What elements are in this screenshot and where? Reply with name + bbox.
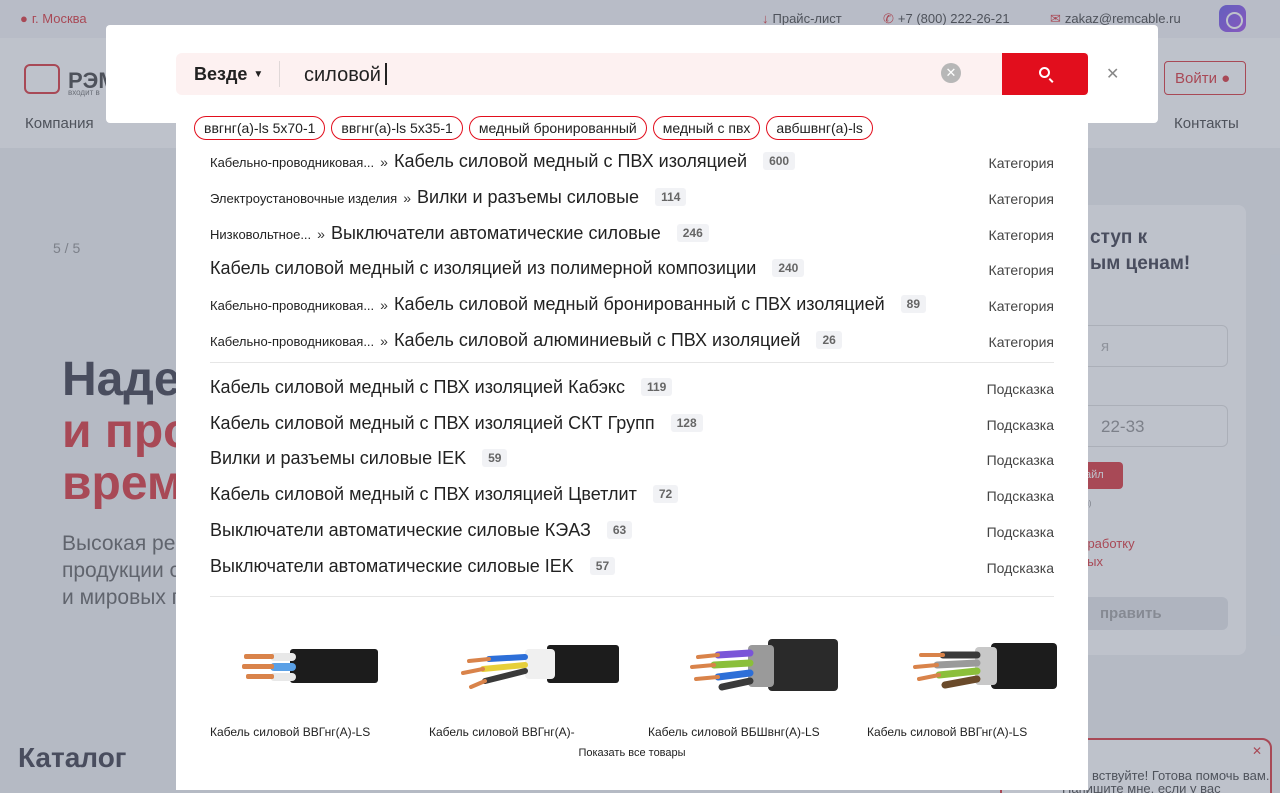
result-count: 119 xyxy=(640,377,673,396)
category-path: Низковольтное... xyxy=(210,226,312,242)
query-chips: ввгнг(а)-ls 5х70-1 ввгнг(а)-ls 5х35-1 ме… xyxy=(194,116,873,140)
text-caret xyxy=(384,63,387,85)
product-name: Кабель силовой ВВГнг(А)-LS xyxy=(210,725,371,739)
category-result[interactable]: Низковольтное... » Выключатели автоматичес… xyxy=(210,219,1054,255)
category-result[interactable]: Электроустановочные изделия » Вилки и разъ… xyxy=(210,183,1054,219)
result-type: Категория xyxy=(988,190,1054,207)
result-type: Подсказка xyxy=(986,559,1054,576)
category-name: Кабель силовой алюминиевый с ПВХ изоляци… xyxy=(393,329,801,350)
search-scope-select[interactable]: Везде ▼ xyxy=(194,64,263,85)
suggestion-chip[interactable]: авбшвнг(а)-ls xyxy=(766,116,873,140)
product-card[interactable]: Кабель силовой ВВГнг(А)-LS xyxy=(210,613,400,743)
suggestion-chip[interactable]: ввгнг(а)-ls 5х70-1 xyxy=(194,116,326,140)
category-result[interactable]: Кабельно-проводниковая... » Кабель силовой… xyxy=(210,147,1054,183)
category-path: Кабельно-проводниковая... xyxy=(210,333,375,349)
result-type: Подсказка xyxy=(986,416,1054,433)
divider xyxy=(210,595,1054,597)
hint-result[interactable]: Кабель силовой медный с ПВХ изоляцией Ка… xyxy=(210,373,1054,409)
suggestion-list: Кабельно-проводниковая... » Кабель силовой… xyxy=(210,147,1054,597)
product-name: Кабель силовой ВВГнг(А)-LS xyxy=(867,725,1028,739)
category-result[interactable]: Кабельно-проводниковая... » Кабель силовой… xyxy=(210,290,1054,326)
category-path: Кабельно-проводниковая... xyxy=(210,155,375,170)
search-bar: Везде ▼ силовой ✕ xyxy=(176,53,1088,95)
category-result[interactable]: Кабельно-проводниковая... » Кабель силовой… xyxy=(210,326,1054,362)
suggestion-chip[interactable]: медный бронированный xyxy=(468,116,647,140)
result-type: Категория xyxy=(988,262,1054,279)
result-type: Категория xyxy=(988,298,1054,315)
result-count: 63 xyxy=(606,520,633,539)
product-list: Кабель силовой ВВГнг(А)-LS Кабель силово… xyxy=(210,613,1057,753)
category-name: Выключатели автоматические силовые xyxy=(330,222,661,243)
category-name: Вилки и разъемы силовые xyxy=(416,186,640,207)
hint-result[interactable]: Выключатели автоматические силовые КЭАЗ 6… xyxy=(210,516,1054,552)
hint-name: Кабель силовой медный с ПВХ изоляцией Цв… xyxy=(210,484,637,505)
category-path: Кабельно-проводниковая... xyxy=(210,298,375,314)
result-count: 240 xyxy=(772,259,805,278)
hint-result[interactable]: Выключатели автоматические силовые IEK 57… xyxy=(210,552,1054,588)
result-type: Подсказка xyxy=(986,523,1054,540)
breadcrumb-arrow-icon: » xyxy=(380,297,388,314)
category-result[interactable]: Кабель силовой медный с изоляцией из пол… xyxy=(210,254,1054,290)
product-name: Кабель силовой ВВГнг(А)- xyxy=(429,725,575,739)
cable-image xyxy=(461,645,619,689)
category-name: Кабель силовой медный с изоляцией из пол… xyxy=(210,258,757,279)
cable-image xyxy=(913,643,1057,689)
product-card[interactable]: Кабель силовой ВБШвнг(А)-LS xyxy=(648,613,838,743)
result-count: 59 xyxy=(482,449,508,468)
result-type: Подсказка xyxy=(986,380,1054,397)
cable-image xyxy=(690,639,838,691)
breadcrumb-arrow-icon: » xyxy=(380,154,388,170)
hint-name: Вилки и разъемы силовые IEK xyxy=(210,448,467,469)
divider xyxy=(210,361,1054,363)
category-name: Кабель силовой медный с ПВХ изоляцией xyxy=(393,151,748,171)
category-path: Электроустановочные изделия xyxy=(210,190,398,206)
hint-result[interactable]: Кабель силовой медный с ПВХ изоляцией СК… xyxy=(210,409,1054,445)
breadcrumb-arrow-icon: » xyxy=(380,332,388,349)
result-count: 246 xyxy=(676,223,709,242)
suggestion-chip[interactable]: медный с пвх xyxy=(652,116,761,140)
result-type: Категория xyxy=(988,226,1054,243)
result-count: 114 xyxy=(655,187,687,206)
result-count: 26 xyxy=(816,330,842,349)
show-all-products-link[interactable]: Показать все товары xyxy=(176,747,1088,759)
result-type: Категория xyxy=(988,155,1054,171)
chevron-down-icon: ▼ xyxy=(253,69,264,80)
hint-result[interactable]: Вилки и разъемы силовые IEK 59 Подсказка xyxy=(210,444,1054,480)
breadcrumb-arrow-icon: » xyxy=(403,189,411,206)
divider xyxy=(279,61,280,87)
result-count: 89 xyxy=(900,295,927,314)
hint-name: Кабель силовой медный с ПВХ изоляцией Ка… xyxy=(210,376,625,397)
product-card[interactable]: Кабель силовой ВВГнг(А)-LS xyxy=(867,613,1057,743)
category-name: Кабель силовой медный бронированный с ПВ… xyxy=(393,294,885,315)
search-input[interactable]: силовой xyxy=(304,63,387,87)
result-type: Подсказка xyxy=(986,452,1054,469)
product-card[interactable]: Кабель силовой ВВГнг(А)- xyxy=(429,613,619,743)
search-button[interactable] xyxy=(1002,53,1088,95)
cable-image xyxy=(242,649,378,683)
clear-search-icon[interactable]: ✕ xyxy=(941,63,961,83)
result-count: 72 xyxy=(652,485,679,504)
hint-name: Выключатели автоматические силовые КЭАЗ xyxy=(210,519,591,540)
breadcrumb-arrow-icon: » xyxy=(317,225,325,242)
hint-name: Выключатели автоматические силовые IEK xyxy=(210,555,574,576)
hint-result[interactable]: Кабель силовой медный с ПВХ изоляцией Цв… xyxy=(210,480,1054,516)
result-count: 57 xyxy=(589,556,616,575)
search-icon xyxy=(1039,67,1050,78)
suggestion-chip[interactable]: ввгнг(а)-ls 5х35-1 xyxy=(331,116,463,140)
search-suggestions: ввгнг(а)-ls 5х70-1 ввгнг(а)-ls 5х35-1 ме… xyxy=(176,95,1088,790)
result-count: 128 xyxy=(670,413,703,432)
result-count: 600 xyxy=(763,152,796,170)
product-name: Кабель силовой ВБШвнг(А)-LS xyxy=(648,725,820,739)
result-type: Категория xyxy=(988,333,1054,350)
result-type: Подсказка xyxy=(986,488,1054,505)
hint-name: Кабель силовой медный с ПВХ изоляцией СК… xyxy=(210,412,655,433)
close-icon[interactable]: ✕ xyxy=(1106,64,1119,84)
